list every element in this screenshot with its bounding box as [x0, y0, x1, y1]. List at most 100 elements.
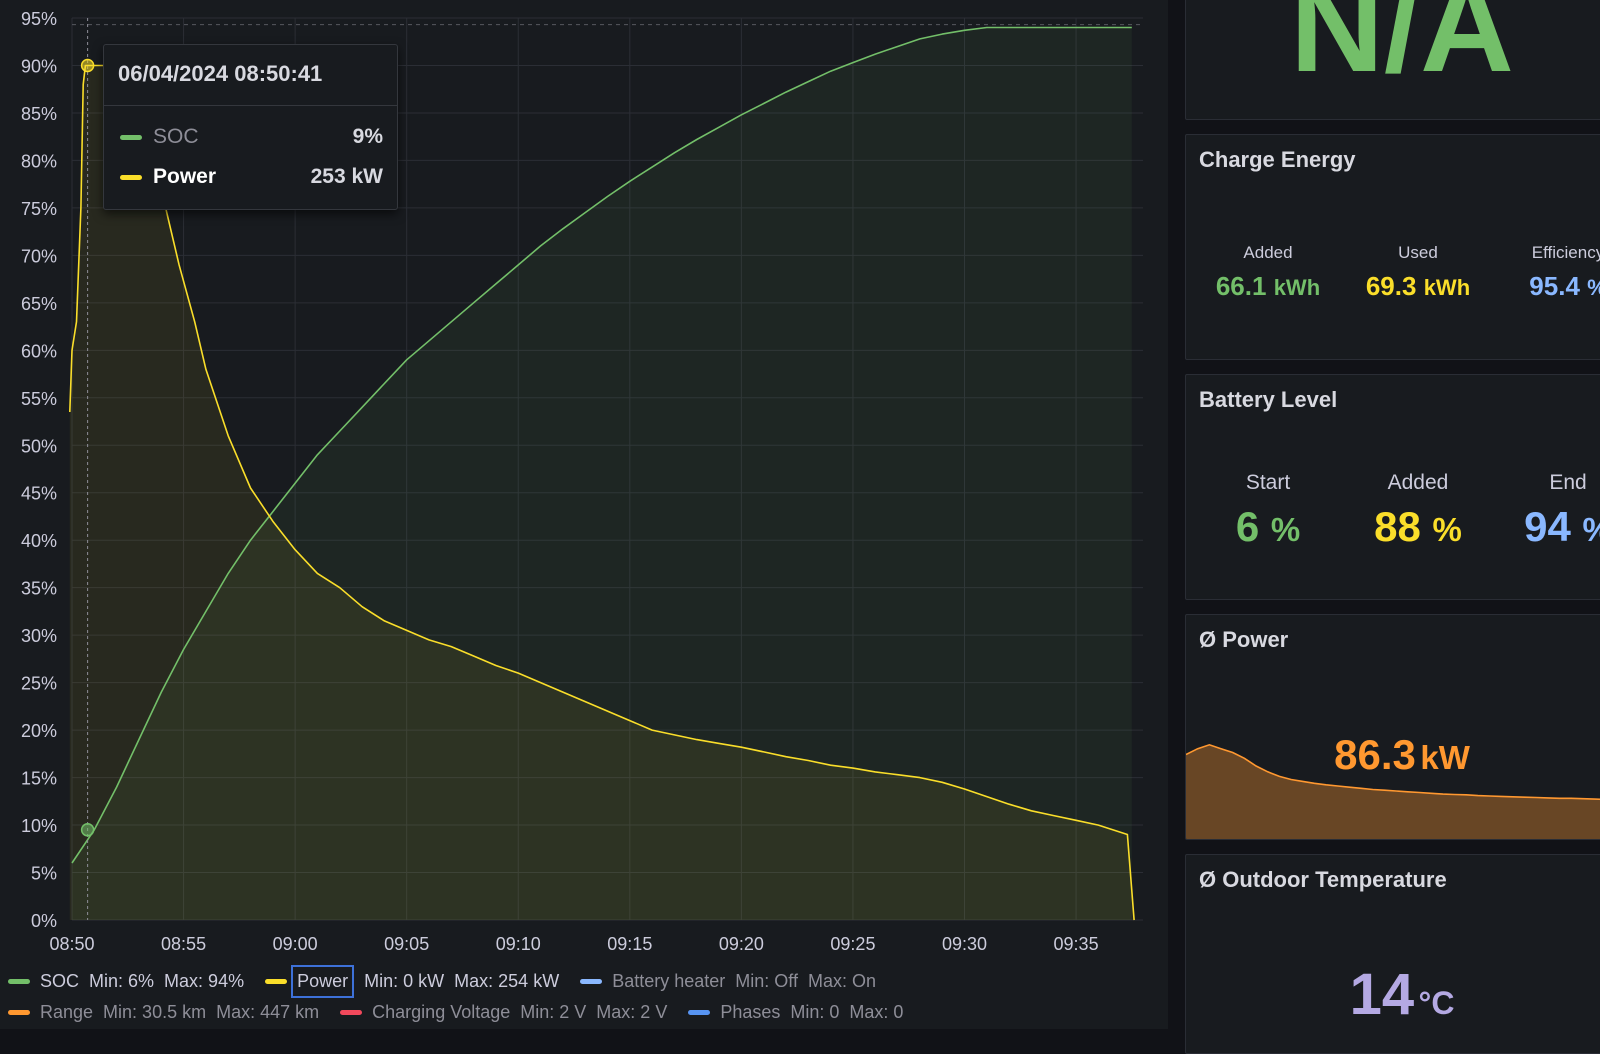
- legend-battery-heater-swatch[interactable]: [580, 979, 603, 984]
- charge-energy-panel[interactable]: Charge Energy Added 66.1 kWh Used 69.3 k…: [1185, 134, 1600, 360]
- x-tick-label: 08:50: [49, 934, 94, 954]
- charge-energy-added-value: 66.1: [1215, 271, 1267, 301]
- x-tick-label: 09:20: [719, 934, 764, 954]
- battery-level-panel[interactable]: Battery Level Start 6 % Added 88 % End 9…: [1185, 374, 1600, 600]
- x-tick-label: 09:25: [830, 934, 875, 954]
- legend-range-name[interactable]: Range: [40, 1002, 93, 1023]
- x-tick-label: 09:00: [273, 934, 318, 954]
- battery-level-end-value: 94: [1524, 503, 1571, 550]
- tooltip-divider: [104, 105, 397, 106]
- charge-energy-used-value: 69.3: [1365, 271, 1417, 301]
- tooltip-power-value: 253 kW: [310, 165, 383, 188]
- avg-outdoor-temp-value: 14: [1349, 962, 1415, 1027]
- legend-phases-max: Max: 0: [849, 1001, 904, 1022]
- charge-energy-added-unit: kWh: [1273, 275, 1321, 300]
- battery-level-added-unit: %: [1432, 511, 1462, 548]
- legend-charging-voltage-swatch[interactable]: [340, 1009, 363, 1015]
- legend-power-min: Min: 0 kW: [364, 971, 445, 991]
- y-tick-label: 80%: [21, 151, 57, 171]
- legend-soc-max: Max: 94%: [164, 971, 245, 991]
- soc-swatch: [120, 135, 142, 140]
- y-tick-label: 10%: [21, 816, 57, 836]
- x-tick-label: 09:15: [607, 934, 652, 954]
- legend-battery-heater-max: Max: On: [807, 971, 876, 991]
- y-tick-label: 60%: [21, 341, 57, 361]
- x-tick-label: 08:55: [161, 934, 206, 954]
- charge-energy-used: Used 69.3 kWh: [1343, 243, 1493, 302]
- y-tick-label: 65%: [21, 294, 57, 314]
- x-tick-label: 09:05: [384, 934, 429, 954]
- y-tick-label: 70%: [21, 246, 57, 266]
- battery-level-end: End 94 %: [1493, 471, 1600, 551]
- legend-power-name[interactable]: Power: [291, 965, 355, 998]
- y-tick-label: 25%: [21, 674, 57, 694]
- charge-energy-added: Added 66.1 kWh: [1193, 243, 1343, 302]
- x-tick-label: 09:30: [942, 934, 987, 954]
- charge-energy-efficiency-label: Efficiency: [1531, 243, 1600, 262]
- y-tick-label: 55%: [21, 389, 57, 409]
- status-stat-panel[interactable]: N/A: [1185, 0, 1600, 120]
- avg-power-unit: kW: [1420, 739, 1470, 776]
- legend-charging-voltage-max: Max: 2 V: [596, 1001, 668, 1022]
- legend-range-swatch[interactable]: [8, 1009, 30, 1015]
- soc-hover-point: [80, 823, 95, 837]
- charge-energy-used-label: Used: [1398, 243, 1438, 262]
- charge-chart-panel[interactable]: 0% 5% 10% 15% 20% 25% 30% 35% 40% 45% 50% 55% 60% 65%…: [0, 0, 1168, 1029]
- y-tick-label: 85%: [21, 104, 57, 124]
- tooltip-soc-name: SOC: [153, 125, 199, 148]
- legend-soc-min: Min: 6%: [89, 971, 155, 991]
- avg-outdoor-temp-unit: °C: [1418, 985, 1455, 1021]
- charge-energy-efficiency-unit: %: [1587, 275, 1600, 300]
- legend-battery-heater-name[interactable]: Battery heater: [612, 971, 725, 992]
- avg-power-stat: 86.3 kW: [1186, 731, 1600, 779]
- legend-phases-min: Min: 0: [790, 1001, 840, 1022]
- x-tick-label: 09:35: [1054, 934, 1099, 954]
- battery-level-start-unit: %: [1270, 511, 1301, 548]
- legend-charging-voltage-min: Min: 2 V: [520, 1001, 587, 1022]
- stats-column: N/A Charge Energy Added 66.1 kWh Used 69…: [1168, 0, 1600, 1054]
- legend-soc-swatch[interactable]: [8, 979, 30, 984]
- battery-level-end-label: End: [1549, 471, 1587, 494]
- y-tick-label: 75%: [21, 199, 57, 219]
- y-tick-label: 40%: [21, 531, 57, 551]
- battery-level-added-label: Added: [1387, 471, 1449, 494]
- avg-power-value: 86.3: [1334, 731, 1416, 778]
- legend-soc-name[interactable]: SOC: [40, 971, 79, 992]
- legend-battery-heater-min: Min: Off: [735, 971, 798, 991]
- legend-row-2: Range Min: 30.5 km Max: 447 km Charging Vo…: [8, 1001, 913, 1027]
- x-tick-label: 09:10: [496, 934, 541, 954]
- avg-outdoor-temp-panel[interactable]: Ø Outdoor Temperature 14 °C: [1185, 854, 1600, 1054]
- legend-range-min: Min: 30.5 km: [103, 1001, 207, 1022]
- avg-power-panel[interactable]: Ø Power 86.3 kW: [1185, 614, 1600, 840]
- legend-power-max: Max: 254 kW: [454, 971, 560, 991]
- legend-charging-voltage-name[interactable]: Charging Voltage: [372, 1002, 510, 1023]
- tooltip-time: 06/04/2024 08:50:41: [118, 61, 323, 86]
- battery-level-added-value: 88: [1374, 503, 1421, 550]
- y-tick-label: 5%: [31, 864, 57, 884]
- charge-energy-efficiency: Efficiency 95.4 %: [1493, 243, 1600, 302]
- y-tick-label: 45%: [21, 484, 57, 504]
- y-tick-label: 50%: [21, 436, 57, 456]
- tooltip-row-power: Power 253 kW: [118, 165, 383, 191]
- y-tick-label: 0%: [31, 911, 57, 931]
- avg-outdoor-temp-stat: 14 °C: [1186, 961, 1600, 1028]
- avg-power-sparkline: [1186, 743, 1600, 839]
- status-stat-value: N/A: [1290, 0, 1514, 99]
- tooltip-soc-value: 9%: [352, 125, 383, 148]
- power-swatch: [120, 175, 142, 180]
- battery-level-start: Start 6 %: [1193, 471, 1343, 551]
- charge-energy-added-label: Added: [1243, 243, 1293, 262]
- chart-tooltip: 06/04/2024 08:50:41 SOC 9% Power 253 kW: [103, 44, 398, 210]
- battery-level-end-unit: %: [1583, 511, 1600, 548]
- charge-energy-efficiency-value: 95.4: [1529, 271, 1580, 301]
- y-tick-label: 90%: [21, 56, 57, 76]
- legend-power-swatch[interactable]: [265, 979, 288, 984]
- legend-phases-swatch[interactable]: [688, 1009, 711, 1015]
- avg-outdoor-temp-title: Ø Outdoor Temperature: [1199, 867, 1447, 892]
- battery-level-start-label: Start: [1245, 471, 1291, 494]
- power-hover-point: [80, 58, 95, 73]
- legend-phases-name[interactable]: Phases: [720, 1002, 780, 1023]
- y-tick-label: 20%: [21, 721, 57, 741]
- charge-energy-title: Charge Energy: [1199, 147, 1356, 172]
- tooltip-row-soc: SOC 9%: [118, 125, 383, 151]
